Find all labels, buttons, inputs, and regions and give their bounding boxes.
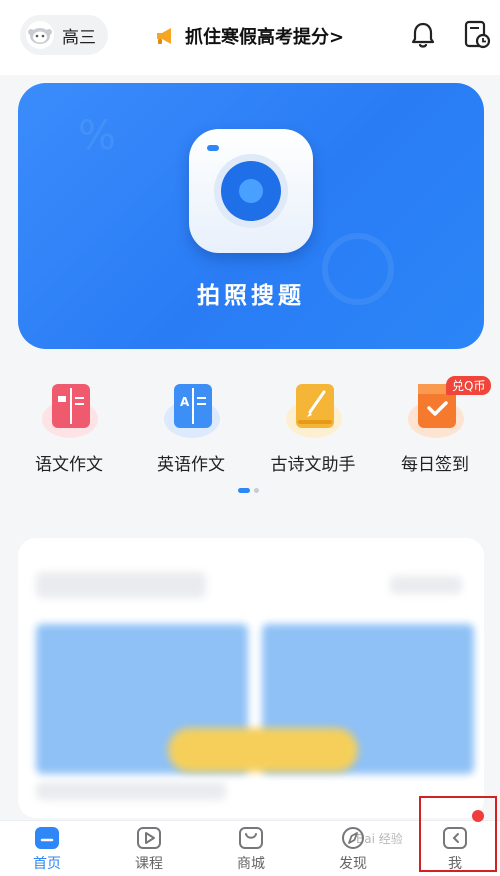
tool-daily-checkin[interactable]: 兑Q币 每日签到 xyxy=(380,376,492,475)
tab-label: 商城 xyxy=(237,856,265,872)
baidu-watermark-logo: Bai 经验 xyxy=(356,832,403,846)
content-feed-card[interactable] xyxy=(18,538,484,818)
camera-icon xyxy=(189,129,313,253)
mall-icon xyxy=(237,825,265,851)
page-dot-active xyxy=(238,488,250,493)
chinese-essay-icon xyxy=(38,378,100,440)
english-essay-icon: A xyxy=(160,378,222,440)
tab-label: 发现 xyxy=(339,856,367,872)
course-icon xyxy=(135,825,163,851)
decoration-percent-icon: % xyxy=(78,113,117,159)
notification-bell-icon[interactable] xyxy=(408,20,438,50)
tool-english-essay[interactable]: A 英语作文 xyxy=(136,378,246,475)
daily-checkin-icon: 兑Q币 xyxy=(404,376,492,440)
tool-label: 语文作文 xyxy=(35,455,103,475)
tool-poetry-assistant[interactable]: 古诗文助手 xyxy=(258,378,368,475)
avatar-icon xyxy=(26,21,54,49)
tab-label: 课程 xyxy=(135,856,163,872)
history-record-icon[interactable] xyxy=(462,20,492,50)
blurred-action-button xyxy=(168,728,358,772)
tool-chinese-essay[interactable]: 语文作文 xyxy=(14,378,124,475)
tool-label: 每日签到 xyxy=(401,455,469,475)
q-coin-badge: 兑Q币 xyxy=(446,376,492,395)
grade-selector[interactable]: 高三 xyxy=(20,15,108,55)
tab-home[interactable]: 首页 xyxy=(12,825,82,873)
photo-search-label: 拍照搜题 xyxy=(197,283,305,309)
megaphone-icon xyxy=(155,27,177,45)
poetry-assistant-icon xyxy=(282,378,344,440)
top-bar: 高三 抓住寒假高考提分> xyxy=(0,0,500,75)
tool-label: 英语作文 xyxy=(157,455,225,475)
svg-text:A: A xyxy=(180,395,190,409)
grade-label: 高三 xyxy=(62,27,96,48)
highlight-box xyxy=(419,796,497,872)
tool-shortcuts: 语文作文 A 英语作文 古诗文助手 兑Q币 每日签到 xyxy=(0,376,500,478)
tool-label: 古诗文助手 xyxy=(270,455,356,475)
tab-label: 首页 xyxy=(33,856,61,872)
blurred-title xyxy=(36,572,206,598)
home-icon xyxy=(33,825,61,851)
tab-mall[interactable]: 商城 xyxy=(216,825,286,873)
page-dot xyxy=(254,488,259,493)
tab-course[interactable]: 课程 xyxy=(114,825,184,873)
promo-text: 抓住寒假高考提分> xyxy=(185,27,345,48)
promo-banner[interactable]: 抓住寒假高考提分> xyxy=(155,22,344,50)
blurred-caption xyxy=(36,782,226,800)
blurred-more-link xyxy=(390,576,462,594)
photo-search-card[interactable]: % 拍照搜题 xyxy=(18,83,484,349)
page-indicator xyxy=(238,488,259,493)
